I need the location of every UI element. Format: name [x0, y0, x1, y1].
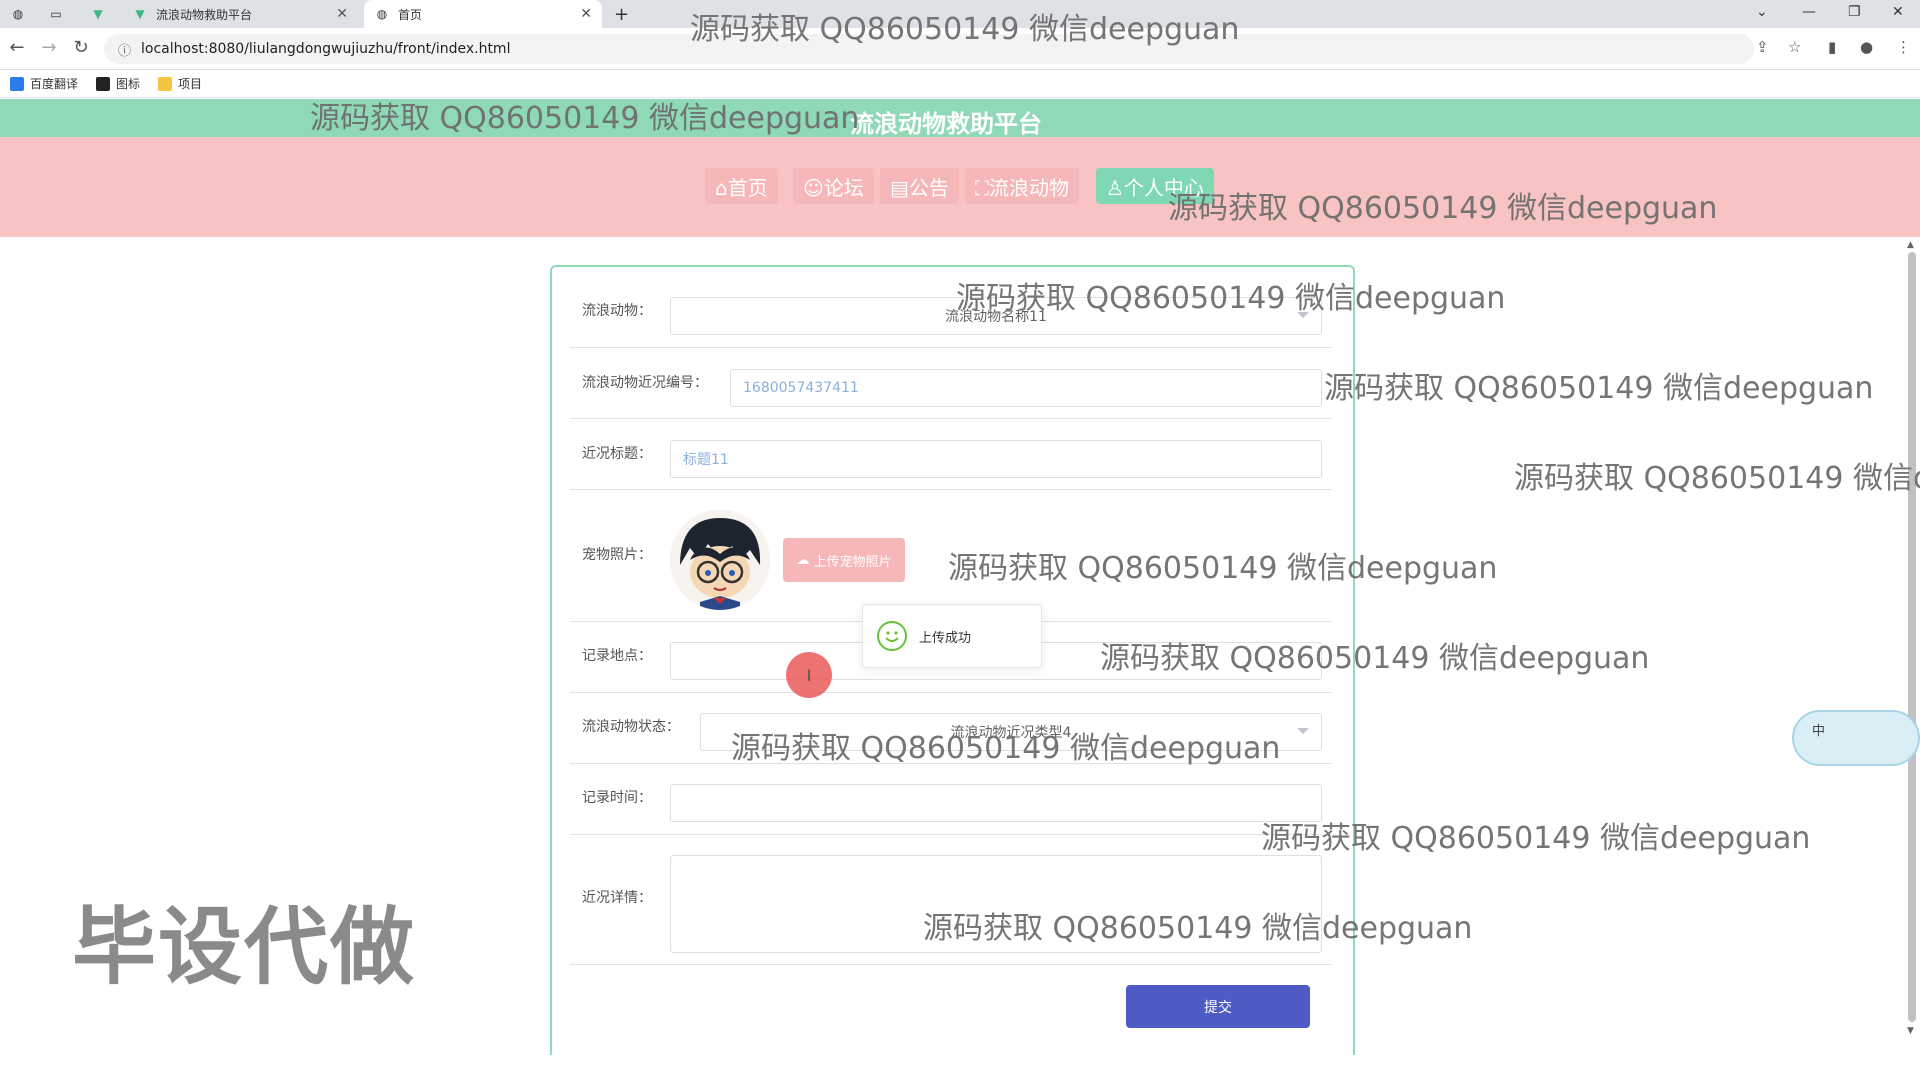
translate-icon — [10, 76, 24, 91]
code-label: 流浪动物近况编号： — [582, 375, 708, 391]
photo-label: 宠物照片： — [582, 547, 652, 563]
info-icon[interactable]: ⓘ — [118, 40, 131, 59]
bookmark-item[interactable]: 项目 — [158, 75, 202, 92]
success-toast: 上传成功 — [862, 604, 1042, 668]
share-icon[interactable]: ⇪ — [1756, 38, 1769, 56]
watermark-text: 源码获取 QQ86050149 微信deepguan — [1168, 191, 1718, 226]
nav-stray-animals[interactable]: ⛶流浪动物 — [965, 168, 1079, 204]
bookmark-label: 项目 — [178, 77, 203, 91]
nav-forum[interactable]: ☺论坛 — [793, 168, 874, 204]
restore-icon[interactable]: ❐ — [1848, 4, 1861, 20]
nav-notice[interactable]: ▤公告 — [880, 168, 959, 204]
bookmark-label: 图标 — [116, 77, 141, 91]
title-label: 近况标题： — [582, 446, 652, 462]
url-text: localhost:8080/liulangdongwujiuzhu/front… — [141, 41, 511, 57]
reload-icon[interactable]: ↻ — [70, 37, 92, 58]
watermark-text: 源码获取 QQ86050149 微信deepguan — [1100, 641, 1650, 676]
code-field[interactable]: 1680057437411 — [730, 369, 1322, 407]
bookmark-item[interactable]: 图标 — [96, 75, 140, 92]
watermark-text: 源码获取 QQ86050149 微信deepguan — [956, 281, 1506, 316]
tab-pinned-1[interactable]: ◍ — [10, 0, 40, 28]
scroll-up-icon[interactable]: ▲ — [1907, 240, 1914, 250]
blank-page-icon: ▭ — [50, 7, 62, 21]
widget-label: 中 — [1812, 724, 1826, 739]
title-value: 标题11 — [683, 452, 729, 468]
close-window-icon[interactable]: ✕ — [1892, 4, 1904, 20]
location-label: 记录地点： — [582, 648, 652, 664]
watermark-text: 源码获取 QQ86050149 微信deepguan — [690, 12, 1240, 47]
upload-photo-button[interactable]: ☁ 上传宠物照片 — [783, 538, 905, 582]
close-icon[interactable]: ✕ — [336, 6, 348, 22]
tab-title: 流浪动物救助平台 — [156, 7, 253, 22]
back-icon[interactable]: ← — [6, 37, 28, 58]
menu-icon[interactable]: ⋮ — [1896, 38, 1911, 56]
upload-label: 上传宠物照片 — [813, 554, 892, 570]
bookmarks-bar: 百度翻译 图标 项目 — [0, 70, 1920, 98]
page-scrollbar[interactable]: ▲ ▼ — [1906, 240, 1918, 1040]
time-label: 记录时间： — [582, 790, 652, 806]
tab-pinned-2[interactable]: ▭ — [48, 0, 78, 28]
watermark-text: 源码获取 QQ86050149 微信deepguan — [1324, 371, 1874, 406]
image-icon — [96, 76, 111, 91]
code-value: 1680057437411 — [743, 380, 859, 396]
new-tab-button[interactable]: + — [614, 0, 638, 28]
close-icon[interactable]: ✕ — [580, 6, 592, 22]
tab-title: 首页 — [398, 7, 423, 22]
watermark-text: 源码获取 QQ86050149 微信deepguan — [1261, 821, 1811, 856]
pet-photo — [670, 510, 770, 610]
watermark-text: 源码获取 QQ86050149 微信deepguan — [310, 101, 860, 136]
text-cursor-icon: I — [806, 665, 812, 685]
floating-assistant-widget[interactable]: 中 — [1792, 710, 1920, 766]
tab-platform[interactable]: ▼ 流浪动物救助平台 ✕ — [128, 0, 358, 28]
cursor-highlight: I — [786, 652, 832, 698]
chevron-down-icon — [1297, 728, 1309, 734]
watermark-text: 源码获取 QQ86050149 微信deepguan — [948, 551, 1498, 586]
nav-home[interactable]: ⌂首页 — [705, 168, 778, 204]
time-field[interactable] — [670, 784, 1322, 822]
globe-icon: ◍ — [12, 7, 24, 21]
status-label: 流浪动物状态： — [582, 719, 680, 735]
cloud-upload-icon: ☁ — [796, 552, 810, 568]
submit-button[interactable]: 提交 — [1126, 985, 1310, 1028]
animal-label: 流浪动物： — [582, 303, 652, 319]
toast-message: 上传成功 — [919, 630, 972, 646]
overlay-big-text: 毕设代做 — [72, 898, 417, 996]
title-field[interactable]: 标题11 — [670, 440, 1322, 478]
vue-icon: ▼ — [93, 7, 103, 21]
profile-icon[interactable]: ● — [1860, 38, 1873, 56]
side-panel-icon[interactable]: ▮ — [1828, 38, 1836, 56]
site-title: 流浪动物救助平台 — [850, 110, 1042, 138]
detail-label: 近况详情： — [582, 890, 652, 906]
vue-icon: ▼ — [135, 7, 145, 21]
star-icon[interactable]: ☆ — [1788, 38, 1801, 56]
folder-icon — [158, 76, 173, 91]
globe-icon: ◍ — [376, 7, 388, 21]
watermark-text: 源码获取 QQ86050149 微信deepguan — [1514, 461, 1920, 496]
scroll-down-icon[interactable]: ▼ — [1907, 1026, 1914, 1036]
watermark-text: 源码获取 QQ86050149 微信deepguan — [923, 911, 1473, 946]
tab-home[interactable]: ◍ 首页 ✕ — [364, 0, 602, 28]
watermark-text: 源码获取 QQ86050149 微信deepguan — [731, 731, 1281, 766]
forward-icon[interactable]: → — [38, 37, 60, 58]
minimize-icon[interactable]: — — [1802, 4, 1816, 20]
chevron-down-icon[interactable]: ⌄ — [1756, 4, 1768, 20]
smile-icon — [877, 621, 907, 651]
bookmark-label: 百度翻译 — [30, 77, 79, 91]
tab-pinned-3[interactable]: ▼ — [90, 0, 120, 28]
bookmark-item[interactable]: 百度翻译 — [10, 75, 78, 92]
scrollbar-thumb[interactable] — [1908, 252, 1916, 1022]
